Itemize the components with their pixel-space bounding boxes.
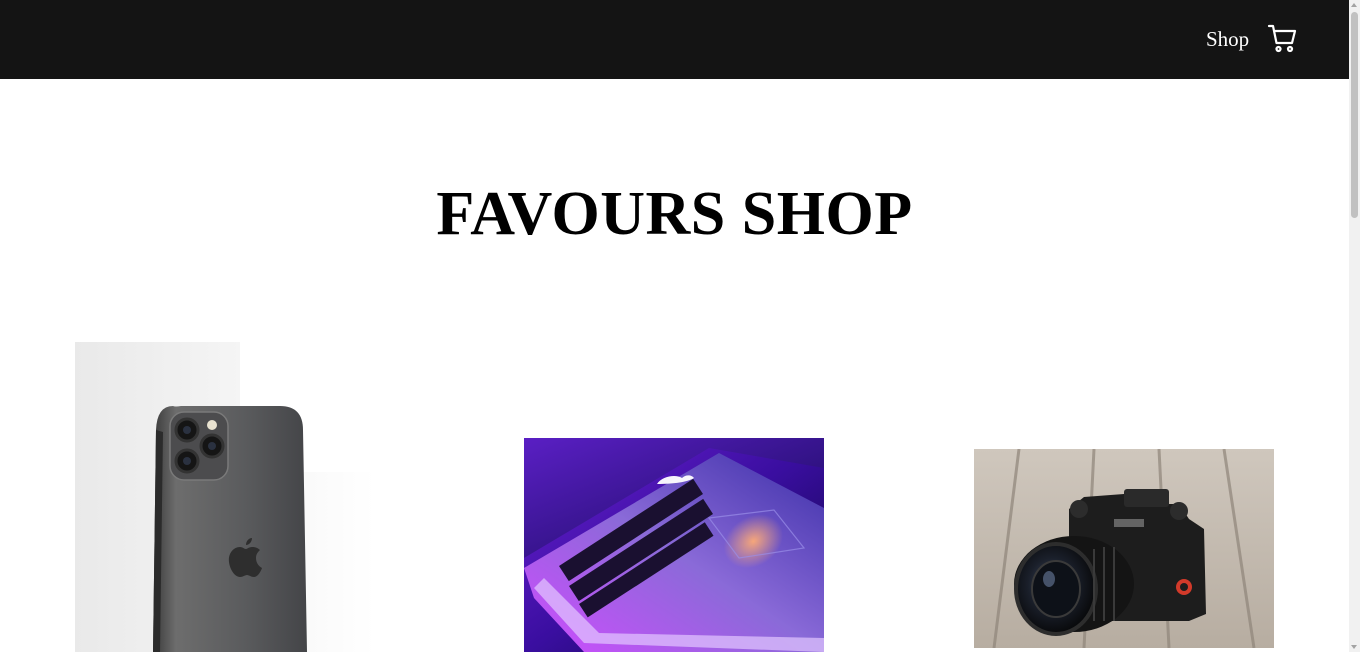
- nav-shop-link[interactable]: Shop: [1206, 26, 1249, 53]
- product-image-camera[interactable]: [974, 449, 1274, 648]
- page-title: FAVOURS SHOP: [436, 180, 913, 248]
- vertical-scrollbar[interactable]: [1349, 0, 1360, 652]
- navbar: Shop: [0, 0, 1349, 79]
- shopping-cart-icon[interactable]: [1266, 22, 1298, 54]
- scroll-down-arrow-icon[interactable]: [1351, 645, 1357, 649]
- scroll-up-arrow-icon[interactable]: [1351, 3, 1357, 7]
- product-image-laptop[interactable]: [524, 438, 824, 652]
- scroll-thumb[interactable]: [1351, 12, 1358, 218]
- product-image-phone[interactable]: [75, 342, 375, 652]
